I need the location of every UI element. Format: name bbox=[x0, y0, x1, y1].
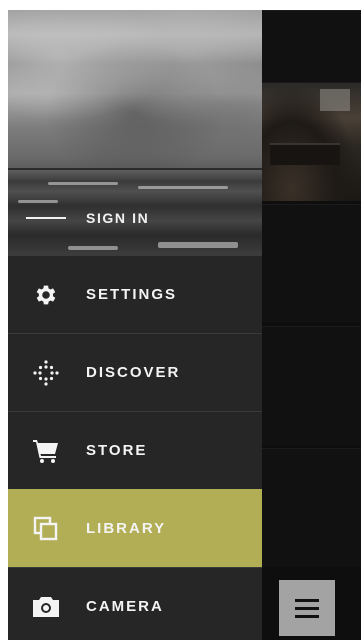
menu-item-label: STORE bbox=[86, 442, 148, 459]
menu-item-label: LIBRARY bbox=[86, 520, 167, 537]
app-screen: SIGN IN SETTINGS DISCOVER STORE LIBRARY … bbox=[0, 0, 361, 640]
grid-tile[interactable] bbox=[262, 10, 361, 81]
grid-tile[interactable] bbox=[262, 326, 361, 445]
wave-crest bbox=[48, 182, 118, 185]
menu-item-label: SETTINGS bbox=[86, 286, 178, 303]
grid-tile[interactable] bbox=[262, 204, 361, 323]
sign-in-link[interactable]: SIGN IN bbox=[26, 210, 149, 226]
grid-tile-photo[interactable] bbox=[262, 82, 361, 201]
menu-item-discover[interactable]: DISCOVER bbox=[8, 333, 262, 411]
wave-crest bbox=[18, 200, 58, 203]
discover-dots-icon bbox=[31, 358, 61, 388]
camera-icon bbox=[31, 592, 61, 622]
sea-horizon bbox=[8, 168, 262, 170]
grid-tile[interactable] bbox=[262, 448, 361, 567]
wave-crest bbox=[68, 246, 118, 250]
menu-item-label: DISCOVER bbox=[86, 364, 181, 381]
menu-item-label: CAMERA bbox=[86, 598, 164, 615]
wave-crest bbox=[158, 242, 238, 248]
hamburger-icon-bar bbox=[295, 606, 319, 610]
library-stack-icon bbox=[31, 514, 61, 544]
navigation-drawer: SIGN IN SETTINGS DISCOVER STORE LIBRARY … bbox=[8, 10, 262, 640]
menu-item-settings[interactable]: SETTINGS bbox=[8, 255, 262, 333]
wave-crest bbox=[138, 186, 228, 189]
hamburger-icon bbox=[295, 598, 319, 602]
menu-item-store[interactable]: STORE bbox=[8, 411, 262, 489]
sign-in-label: SIGN IN bbox=[86, 210, 150, 226]
hamburger-icon-bar bbox=[295, 614, 319, 618]
cart-icon bbox=[31, 436, 61, 466]
menu-item-camera[interactable]: CAMERA bbox=[8, 567, 262, 640]
menu-toggle-button[interactable] bbox=[279, 580, 335, 636]
drawer-header-image: SIGN IN bbox=[8, 10, 262, 255]
menu-item-library[interactable]: LIBRARY bbox=[8, 489, 262, 567]
photo-grid bbox=[262, 10, 361, 640]
sign-in-line bbox=[26, 217, 66, 219]
sky-clouds bbox=[8, 10, 262, 170]
gear-icon bbox=[31, 280, 61, 310]
